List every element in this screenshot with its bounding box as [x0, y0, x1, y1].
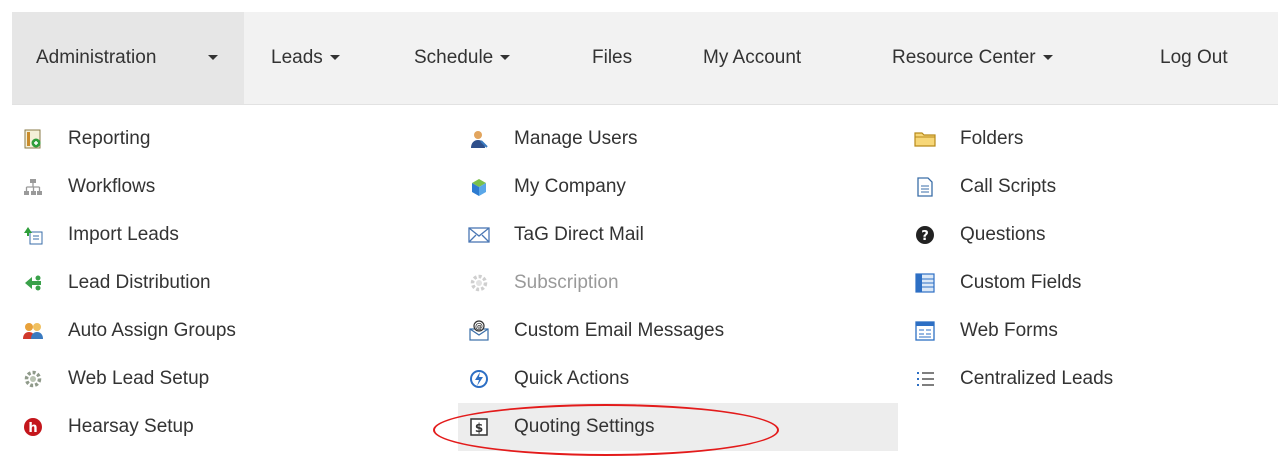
menu-item-folders[interactable]: Folders	[904, 115, 1274, 163]
svg-text:@: @	[475, 322, 483, 331]
nav-schedule[interactable]: Schedule	[414, 12, 544, 104]
menu-item-questions[interactable]: ? Questions	[904, 211, 1274, 259]
gear-icon	[21, 367, 45, 391]
menu-item-label: Custom Fields	[960, 272, 1082, 293]
menu-item-label: Quoting Settings	[514, 416, 655, 437]
menu-item-manage-users[interactable]: Manage Users	[458, 115, 898, 163]
menu-item-custom-email-messages[interactable]: @ Custom Email Messages	[458, 307, 898, 355]
menu-item-custom-fields[interactable]: Custom Fields	[904, 259, 1274, 307]
menu-item-label: Import Leads	[68, 224, 179, 245]
menu-item-quoting-settings[interactable]: $ Quoting Settings	[458, 403, 898, 451]
caret-down-icon	[1042, 55, 1053, 60]
folder-icon	[913, 127, 937, 151]
menu-item-label: Custom Email Messages	[514, 320, 725, 341]
menu-item-label: Call Scripts	[960, 176, 1057, 197]
top-navbar: Administration Leads Schedule Files My A…	[12, 12, 1278, 105]
menu-item-label: My Company	[514, 176, 626, 197]
caret-down-icon	[500, 55, 511, 60]
menu-item-label: Centralized Leads	[960, 368, 1114, 389]
menu-item-web-lead-setup[interactable]: Web Lead Setup	[12, 355, 452, 403]
hearsay-icon: h	[21, 415, 45, 439]
menu-item-my-company[interactable]: My Company	[458, 163, 898, 211]
nav-resource-center[interactable]: Resource Center	[892, 12, 1122, 104]
menu-item-auto-assign-groups[interactable]: Auto Assign Groups	[12, 307, 452, 355]
sitemap-icon	[21, 175, 45, 199]
fields-icon	[913, 271, 937, 295]
dollar-icon: $	[467, 415, 491, 439]
nav-my-account[interactable]: My Account	[703, 12, 843, 104]
menu-item-hearsay-setup[interactable]: h Hearsay Setup	[12, 403, 452, 451]
svg-text:?: ?	[921, 229, 929, 244]
nav-files-label: Files	[592, 47, 633, 68]
nav-administration-label: Administration	[36, 47, 157, 68]
caret-down-icon	[329, 55, 340, 60]
question-icon: ?	[913, 223, 937, 247]
group-icon	[21, 319, 45, 343]
menu-item-label: Web Forms	[960, 320, 1058, 341]
administration-dropdown: Reporting Workflows Import Leads Lead Di…	[12, 105, 1278, 459]
import-icon	[21, 223, 45, 247]
menu-item-label: Auto Assign Groups	[68, 320, 236, 341]
user-icon	[467, 127, 491, 151]
form-icon	[913, 319, 937, 343]
menu-item-label: TaG Direct Mail	[514, 224, 644, 245]
menu-item-label: Questions	[960, 224, 1046, 245]
bolt-icon	[467, 367, 491, 391]
menu-item-label: Web Lead Setup	[68, 368, 210, 389]
nav-leads[interactable]: Leads	[271, 12, 371, 104]
nav-my-account-label: My Account	[703, 47, 802, 68]
menu-item-import-leads[interactable]: Import Leads	[12, 211, 452, 259]
company-icon	[467, 175, 491, 199]
menu-item-subscription[interactable]: Subscription	[458, 259, 898, 307]
gear-icon	[467, 271, 491, 295]
document-icon	[913, 175, 937, 199]
menu-item-label: Subscription	[514, 272, 619, 293]
menu-item-centralized-leads[interactable]: Centralized Leads	[904, 355, 1274, 403]
svg-text:h: h	[28, 421, 37, 436]
nav-resource-center-label: Resource Center	[892, 47, 1036, 68]
nav-leads-label: Leads	[271, 47, 323, 68]
menu-item-quick-actions[interactable]: Quick Actions	[458, 355, 898, 403]
menu-item-label: Hearsay Setup	[68, 416, 194, 437]
caret-down-icon	[208, 12, 218, 104]
menu-item-lead-distribution[interactable]: Lead Distribution	[12, 259, 452, 307]
envelope-icon	[467, 223, 491, 247]
nav-files[interactable]: Files	[592, 12, 652, 104]
svg-text:$: $	[475, 421, 483, 435]
menu-item-label: Workflows	[68, 176, 156, 197]
email-at-icon: @	[467, 319, 491, 343]
nav-log-out-label: Log Out	[1160, 47, 1228, 68]
menu-item-reporting[interactable]: Reporting	[12, 115, 452, 163]
nav-log-out[interactable]: Log Out	[1160, 12, 1260, 104]
menu-item-label: Folders	[960, 128, 1024, 149]
menu-item-call-scripts[interactable]: Call Scripts	[904, 163, 1274, 211]
distribution-icon	[21, 271, 45, 295]
top-strip	[0, 0, 1278, 12]
list-icon	[913, 367, 937, 391]
menu-item-label: Reporting	[68, 128, 151, 149]
menu-item-web-forms[interactable]: Web Forms	[904, 307, 1274, 355]
nav-schedule-label: Schedule	[414, 47, 494, 68]
menu-item-label: Lead Distribution	[68, 272, 211, 293]
menu-item-label: Quick Actions	[514, 368, 630, 389]
menu-item-workflows[interactable]: Workflows	[12, 163, 452, 211]
report-icon	[21, 127, 45, 151]
menu-item-tag-direct-mail[interactable]: TaG Direct Mail	[458, 211, 898, 259]
menu-item-label: Manage Users	[514, 128, 638, 149]
nav-administration[interactable]: Administration	[12, 12, 244, 104]
